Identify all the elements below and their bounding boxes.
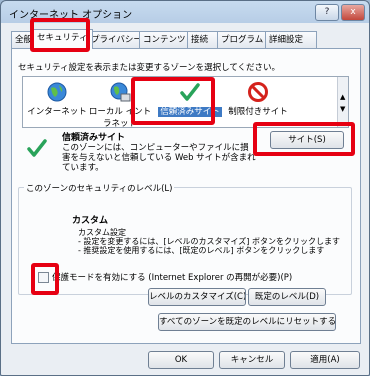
zone-local-intranet[interactable]: ローカル イントラネット [87, 81, 153, 129]
zone-description: このゾーンには、コンピューターやファイルに損害を与えないと信頼している Web … [62, 143, 256, 173]
level-detail-3: - 推奨設定を使用するには、[既定のレベル] ボタンをクリックします [78, 246, 325, 255]
zone-trusted-sites-label: 信頼済みサイト [158, 107, 222, 117]
internet-options-window: インターネット オプション ? x 全般 セキュリティ プライバシー コンテンツ… [0, 0, 370, 376]
level-name: カスタム [72, 216, 109, 226]
globe-icon [47, 82, 67, 102]
tab-advanced[interactable]: 詳細設定 [265, 31, 317, 48]
zone-local-intranet-label: ローカル イントラネット [88, 107, 152, 129]
zone-title: 信頼済みサイト [62, 133, 126, 143]
reset-all-zones-button[interactable]: すべてのゾーンを既定のレベルにリセットする(R) [158, 313, 336, 331]
intranet-globe-icon [110, 82, 131, 102]
trusted-zone-check-icon [27, 139, 47, 157]
zone-instruction: セキュリティ設定を表示または変更するゾーンを選択してください。 [18, 63, 281, 73]
close-icon[interactable]: x [341, 4, 365, 21]
zone-restricted-sites-label: 制限付きサイト [228, 107, 288, 117]
customize-level-button[interactable]: レベルのカスタマイズ(C)... [148, 288, 246, 306]
tab-strip: 全般 セキュリティ プライバシー コンテンツ 接続 プログラム 詳細設定 [11, 29, 361, 49]
zone-internet[interactable]: インターネット [25, 81, 89, 117]
zone-list: インターネット ローカル イントラネット 信頼済みサイト 制限付きサイト ▲ ▼ [22, 76, 349, 129]
sites-button[interactable]: サイト(S) [270, 131, 344, 149]
window-title: インターネット オプション [9, 10, 133, 21]
tab-programs[interactable]: プログラム [217, 31, 271, 48]
zone-restricted-sites[interactable]: 制限付きサイト [227, 81, 289, 117]
protected-mode-label: 保護モードを有効にする (Internet Explorer の再開が必要)(P… [52, 273, 293, 283]
apply-button[interactable]: 適用(A) [290, 351, 360, 369]
tab-privacy[interactable]: プライバシー [87, 31, 145, 48]
security-panel: セキュリティ設定を表示または変更するゾーンを選択してください。 インターネット … [11, 48, 361, 344]
zone-trusted-sites[interactable]: 信頼済みサイト [155, 81, 225, 117]
zone-list-scrollbar[interactable]: ▲ ▼ [337, 77, 348, 127]
help-icon[interactable]: ? [315, 4, 339, 21]
tab-content[interactable]: コンテンツ [139, 31, 193, 48]
ok-button[interactable]: OK [148, 351, 214, 369]
protected-mode-checkbox[interactable] [38, 272, 49, 283]
scroll-down-icon[interactable]: ▼ [340, 105, 345, 113]
security-level-group-title: このゾーンのセキュリティのレベル(L) [24, 182, 175, 194]
zone-internet-label: インターネット [27, 107, 87, 117]
cancel-button[interactable]: キャンセル [219, 351, 285, 369]
trusted-check-icon [180, 83, 200, 101]
title-bar[interactable]: インターネット オプション ? x [1, 1, 369, 23]
default-level-button[interactable]: 既定のレベル(D) [248, 288, 326, 306]
tab-security[interactable]: セキュリティ [33, 29, 93, 49]
restricted-icon [248, 82, 268, 102]
scroll-up-icon[interactable]: ▲ [340, 93, 345, 101]
